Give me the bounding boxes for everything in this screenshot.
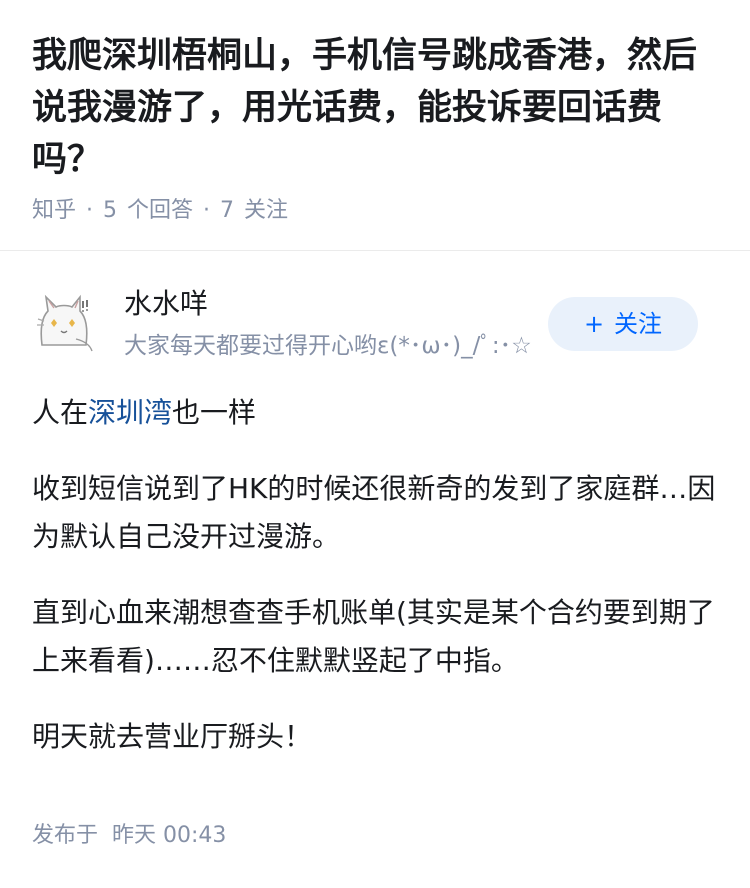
topic-link-shenzhen-bay[interactable]: 深圳湾	[88, 396, 172, 429]
answer-text: 也一样	[172, 396, 257, 429]
answer-paragraph: 收到短信说到了HK的时候还很新奇的发到了家庭群…因为默认自己没开过漫游。	[32, 472, 716, 553]
publish-timestamp: 昨天 00:43	[112, 823, 227, 848]
cat-avatar-icon[interactable]	[32, 289, 98, 355]
answer-count-label[interactable]: 个回答	[127, 198, 193, 223]
answer-content: 人在深圳湾也一样 收到短信说到了HK的时候还很新奇的发到了家庭群…因为默认自己没…	[32, 389, 718, 789]
follow-button[interactable]: + 关注	[548, 297, 698, 351]
answer-count[interactable]: 5	[103, 198, 117, 223]
question-header: 我爬深圳梧桐山，手机信号跳成香港，然后说我漫游了，用光话费，能投诉要回话费吗？ …	[0, 0, 750, 251]
separator-dot: ·	[203, 198, 211, 223]
answer-paragraph: 明天就去营业厅掰头！	[32, 720, 313, 753]
answer-paragraph: 人在深圳湾也一样	[32, 389, 718, 437]
separator-dot: ·	[86, 198, 94, 223]
answer-text: 人在	[32, 396, 89, 429]
follower-count-label[interactable]: 关注	[244, 198, 288, 223]
author-name[interactable]: 水水咩	[124, 285, 208, 323]
publish-time: 发布于 昨天 00:43	[32, 821, 226, 851]
source-label[interactable]: 知乎	[32, 198, 76, 223]
author-info: 水水咩 大家每天都要过得开心哟ε(*･ω･)_/ﾟ:･☆ + 关注	[32, 285, 718, 365]
question-meta: 知乎 · 5 个回答 · 7 关注	[32, 196, 288, 226]
plus-icon: +	[583, 310, 605, 338]
answer-paragraph: 直到心血来潮想查查手机账单(其实是某个合约要到期了上来看看)……忍不住默默竖起了…	[32, 596, 715, 677]
follow-button-label: 关注	[614, 310, 663, 338]
question-title[interactable]: 我爬深圳梧桐山，手机信号跳成香港，然后说我漫游了，用光话费，能投诉要回话费吗？	[32, 30, 722, 186]
follower-count[interactable]: 7	[220, 198, 234, 223]
answer-card: 水水咩 大家每天都要过得开心哟ε(*･ω･)_/ﾟ:･☆ + 关注 人在深圳湾也一…	[0, 251, 750, 888]
author-bio: 大家每天都要过得开心哟ε(*･ω･)_/ﾟ:･☆	[124, 333, 532, 359]
publish-label: 发布于	[32, 823, 99, 848]
